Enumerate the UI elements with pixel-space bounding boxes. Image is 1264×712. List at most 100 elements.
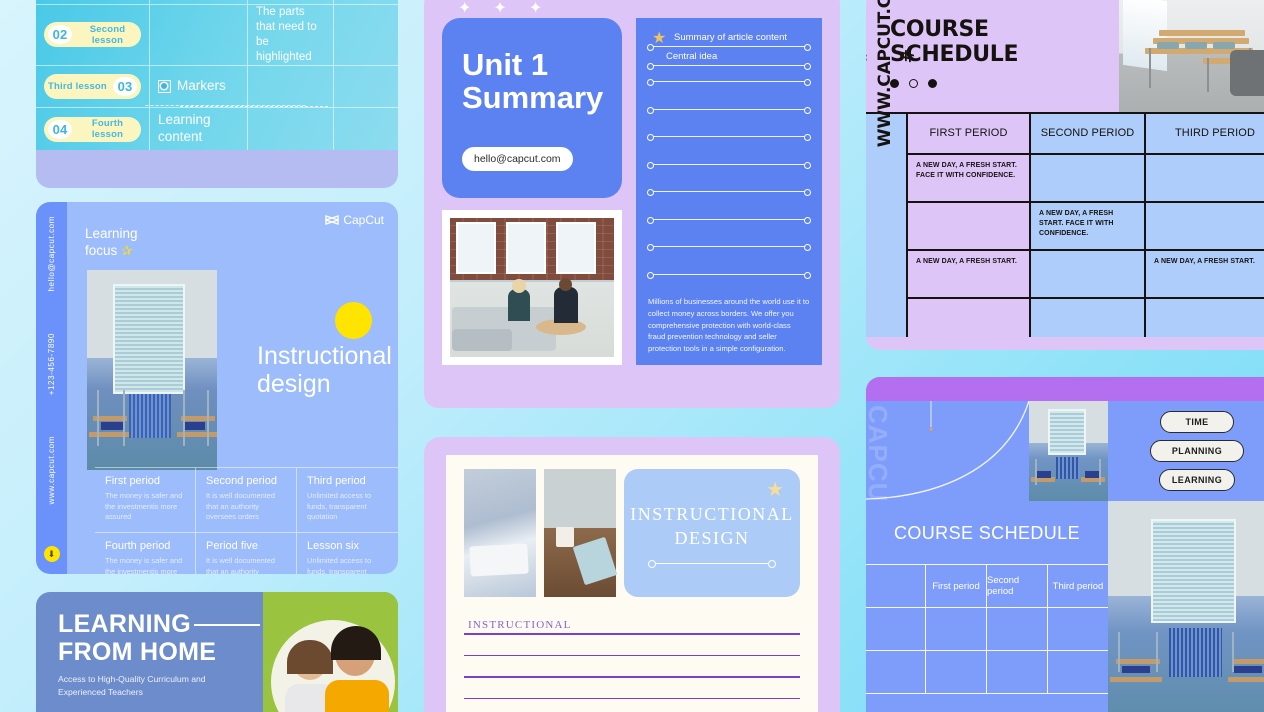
schedule-cell[interactable] <box>1146 153 1264 202</box>
table-row[interactable]: A NEW DAY, A FRESH START. FACE IT WITH C… <box>866 201 1264 250</box>
desk <box>1232 659 1264 665</box>
note-rule[interactable] <box>464 676 800 678</box>
table-row[interactable]: A NEW DAY, A FRESH START. A NEW DAY, A F… <box>866 249 1264 298</box>
chair-leg <box>1035 459 1037 485</box>
side-spacer <box>866 153 908 202</box>
home-title: LEARNING FROM HOME <box>58 610 263 666</box>
note-rule[interactable] <box>464 697 800 700</box>
planning-chip[interactable]: PLANNING <box>1150 440 1244 462</box>
period-body: The money is safer and the investmentis … <box>105 556 183 574</box>
schedule-cell[interactable] <box>1031 297 1146 338</box>
schedule-cell[interactable] <box>866 651 926 693</box>
blank-row[interactable] <box>647 189 811 197</box>
schedule-cell[interactable] <box>1048 608 1108 650</box>
seat <box>183 422 205 430</box>
collage-canvas: 01 Lesson one Course content 02 Second l… <box>0 0 1264 712</box>
blank-row[interactable] <box>647 106 811 114</box>
blank-row[interactable] <box>647 244 811 252</box>
schedule-cell[interactable] <box>1146 297 1264 338</box>
blue-course-schedule-card[interactable]: CAPCUT TIME PLANNING LEARNING COURSE SCH… <box>866 377 1264 712</box>
schedule-cell[interactable] <box>908 201 1031 250</box>
unit-summary-card[interactable]: ✦ ✦ ✦ Unit 1 Summary hello@capcut.com ★ … <box>424 0 840 408</box>
dot-indicator[interactable] <box>928 79 937 89</box>
instructional-note-card[interactable]: ★ INSTRUCTIONAL DESIGN INSTRUCTIONAL <box>424 437 840 712</box>
highlight-cell: The parts that need to be highlighted <box>248 4 334 65</box>
schedule-cell[interactable]: A NEW DAY, A FRESH START. FACE IT WITH C… <box>1031 201 1146 250</box>
note-rule[interactable] <box>464 633 800 635</box>
sidebar-email: hello@capcut.com <box>47 216 56 292</box>
learning-chip[interactable]: LEARNING <box>1159 469 1235 491</box>
lesson-pill[interactable]: 04 Fourth lesson <box>44 116 141 142</box>
empty-cell <box>334 108 398 150</box>
dot-indicators[interactable] <box>890 79 1119 89</box>
table-row[interactable]: 04 Fourth lesson Learning content <box>36 108 398 150</box>
lesson-table-card[interactable]: 01 Lesson one Course content 02 Second l… <box>36 0 398 188</box>
schedule-cell[interactable] <box>926 608 987 650</box>
seat <box>1185 42 1207 49</box>
course-schedule-card[interactable]: COURSE SCHEDULE # WWW.CAPCUT.COM # FIRST… <box>866 0 1264 350</box>
radiator <box>129 394 171 438</box>
marker-handle-icon[interactable] <box>158 79 171 93</box>
seat <box>1037 471 1051 478</box>
table-row[interactable] <box>866 650 1108 693</box>
blank-row[interactable] <box>647 271 811 279</box>
sofa-section <box>452 329 512 351</box>
note-box-title-line-2: DESIGN <box>674 528 750 549</box>
period-cell[interactable]: Period five It is well documented that a… <box>196 533 297 574</box>
time-chip[interactable]: TIME <box>1160 411 1234 433</box>
table-row[interactable] <box>866 607 1108 650</box>
schedule-cell[interactable] <box>1048 651 1108 693</box>
blank-row[interactable] <box>647 161 811 169</box>
sparkle-icon: ✦ <box>493 0 507 17</box>
period-heading: First period <box>105 475 161 487</box>
schedule-cell[interactable] <box>926 651 987 693</box>
lesson-badge-cell: 03 Third lesson <box>36 65 150 108</box>
table-row[interactable]: 02 Second lesson The parts that need to … <box>36 4 398 66</box>
note-label: INSTRUCTIONAL <box>468 619 572 631</box>
schedule-cell[interactable] <box>908 297 1031 338</box>
blank-row[interactable] <box>647 216 811 224</box>
period-cell[interactable]: First period The money is safer and the … <box>95 468 196 534</box>
instructional-design-card[interactable]: hello@capcut.com +123-456-7890 www.capcu… <box>36 202 398 574</box>
lesson-pill[interactable]: 03 Third lesson <box>44 73 141 99</box>
desk-leg <box>1207 58 1209 92</box>
blank-row[interactable] <box>647 134 811 142</box>
table-row[interactable] <box>866 297 1264 338</box>
period-cell[interactable]: Lesson six Unlimited access to funds, tr… <box>297 533 398 574</box>
learning-focus-eyebrow: Learning focus ✰ <box>85 226 384 260</box>
schedule-cell[interactable]: A NEW DAY, A FRESH START. <box>1146 249 1264 298</box>
home-title-line-1: LEARNING <box>58 610 191 638</box>
schedule-cell[interactable] <box>866 694 926 712</box>
table-row[interactable] <box>866 693 1108 712</box>
schedule-cell[interactable] <box>987 651 1048 693</box>
chair-leg <box>1232 632 1234 673</box>
period-cell[interactable]: Fourth period The money is safer and the… <box>95 533 196 574</box>
capcut-logo: CapCut <box>325 213 384 227</box>
schedule-cell[interactable]: A NEW DAY, A FRESH START. FACE IT WITH C… <box>908 153 1031 202</box>
table-row[interactable]: A NEW DAY, A FRESH START. FACE IT WITH C… <box>866 153 1264 202</box>
email-chip[interactable]: hello@capcut.com <box>462 147 573 171</box>
schedule-cell[interactable] <box>987 608 1048 650</box>
schedule-upper-row: CAPCUT TIME PLANNING LEARNING <box>866 401 1264 501</box>
schedule-cell[interactable] <box>866 608 926 650</box>
classroom-photo <box>87 270 217 470</box>
blank-row[interactable] <box>647 79 811 87</box>
period-heading: Third period <box>307 475 366 487</box>
note-rule[interactable] <box>464 654 800 657</box>
period-cell[interactable]: Third period Unlimited access to funds, … <box>297 468 398 534</box>
schedule-cell[interactable] <box>1146 201 1264 250</box>
period-cell[interactable]: Second period It is well documented that… <box>196 468 297 534</box>
period-heading: Second period <box>206 475 277 487</box>
column-header: Second period <box>987 565 1048 607</box>
schedule-header: COURSE SCHEDULE <box>866 0 1264 112</box>
schedule-cell[interactable] <box>1031 153 1146 202</box>
download-icon[interactable]: ⬇ <box>43 546 60 562</box>
marker-dashed-line <box>180 105 328 107</box>
schedule-cell[interactable]: A NEW DAY, A FRESH START. <box>908 249 1031 298</box>
chair-leg <box>1118 632 1120 673</box>
table-row[interactable]: 03 Third lesson Markers <box>36 65 398 109</box>
list-rule <box>647 43 811 51</box>
lesson-pill[interactable]: 02 Second lesson <box>44 22 141 48</box>
learning-from-home-card[interactable]: LEARNING FROM HOME Access to High-Quality… <box>36 592 398 712</box>
schedule-cell[interactable] <box>1031 249 1146 298</box>
